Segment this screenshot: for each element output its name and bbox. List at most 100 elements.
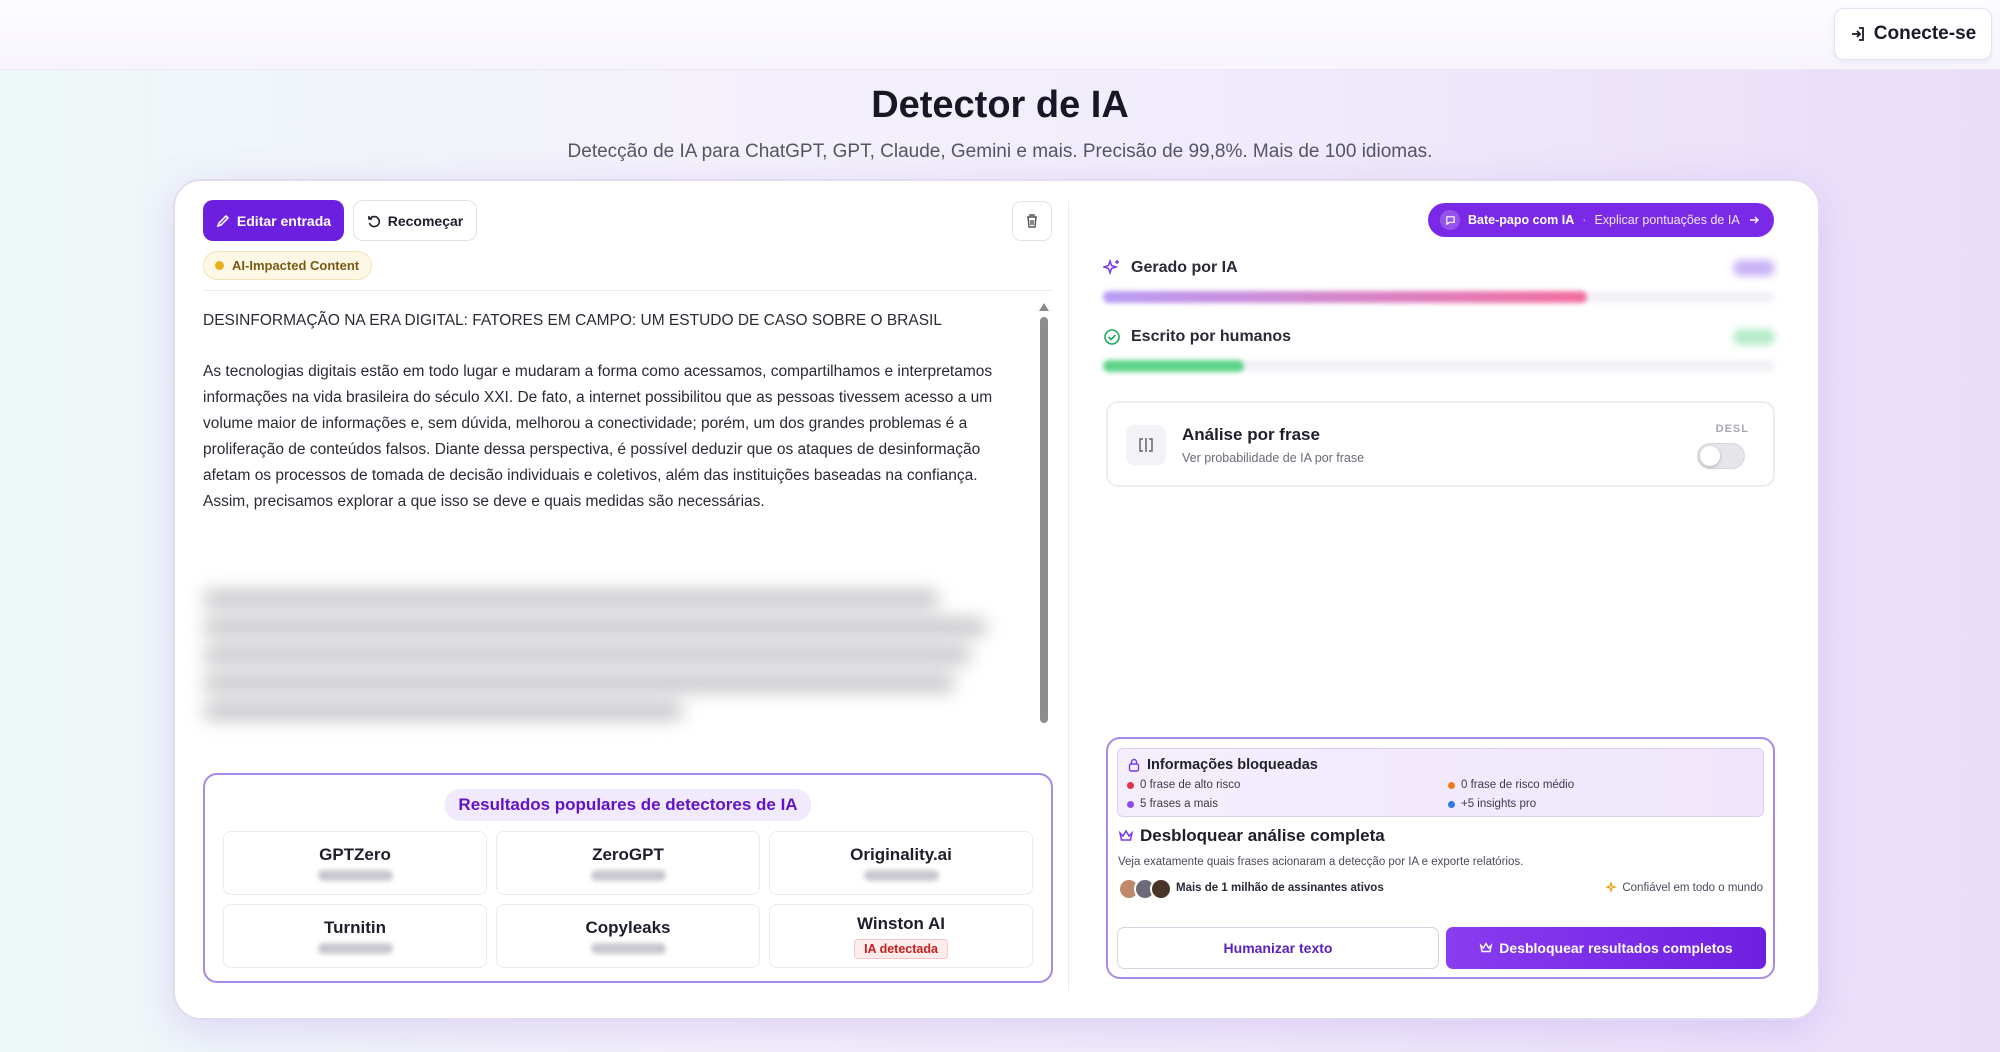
human-score-fill (1103, 360, 1245, 372)
sentence-analysis-title: Análise por frase (1182, 425, 1320, 444)
scroll-up-icon[interactable] (1039, 303, 1049, 311)
detector-name: Copyleaks (585, 918, 671, 937)
detector-results: Resultados populares de detectores de IA… (203, 773, 1053, 983)
login-button[interactable]: Conecte-se (1834, 8, 1992, 60)
locked-item: +5 insights pro (1448, 798, 1536, 810)
ai-impacted-label: AI-Impacted Content (232, 258, 360, 273)
detector-card-zerogpt: ZeroGPT (496, 831, 760, 895)
detector-name: Winston AI (857, 913, 945, 933)
blurred-text (203, 591, 1003, 756)
lock-icon (1128, 758, 1140, 772)
detector-results-title: Resultados populares de detectores de IA (444, 789, 812, 821)
detector-card-gptzero: GPTZero (223, 831, 487, 895)
locked-item-text: 0 frase de alto risco (1140, 779, 1241, 791)
blurred-result (590, 870, 666, 881)
blurred-result (863, 870, 939, 881)
sentence-analysis-subtitle: Ver probabilidade de IA por frase (1182, 451, 1365, 465)
scrollbar[interactable] (1038, 303, 1050, 723)
unlock-description: Veja exatamente quais frases acionaram a… (1118, 856, 1524, 868)
detector-name: Originality.ai (850, 845, 952, 864)
restart-label: Recomeçar (387, 212, 464, 229)
locked-item: 0 frase de alto risco (1127, 779, 1240, 791)
ai-chat-sublabel: Explicar pontuações de IA (1594, 213, 1740, 227)
medium-risk-dot (1448, 781, 1455, 789)
ai-detected-badge: IA detectada (854, 938, 948, 959)
unlock-title: Desbloquear análise completa (1140, 826, 1385, 845)
restart-button[interactable]: Recomeçar (353, 200, 477, 241)
login-label: Conecte-se (1873, 23, 1977, 44)
chat-icon (1440, 210, 1460, 230)
detector-card-turnitin: Turnitin (223, 904, 487, 968)
locked-item-text: 0 frase de risco médio (1461, 779, 1575, 791)
humanize-label: Humanizar texto (1223, 940, 1333, 956)
locked-item-text: +5 insights pro (1461, 798, 1537, 810)
ai-chat-button[interactable]: Bate-papo com IA · Explicar pontuações d… (1428, 203, 1774, 237)
ai-score-fill (1103, 291, 1587, 303)
sentence-analysis-panel: Análise por frase Ver probabilidade de I… (1106, 401, 1775, 487)
split-view-icon (1126, 425, 1166, 465)
restart-icon (367, 215, 380, 227)
ai-impacted-badge: AI-Impacted Content (203, 251, 373, 280)
locked-info-title: Informações bloqueadas (1147, 757, 1318, 773)
locked-item: 0 frase de risco médio (1448, 779, 1574, 791)
detector-name: ZeroGPT (592, 845, 664, 864)
detector-name: Turnitin (324, 918, 386, 937)
page-subtitle: Detecção de IA para ChatGPT, GPT, Claude… (567, 141, 1433, 162)
human-score-bar (1103, 360, 1775, 372)
trusted-label: Confiável em todo o mundo (1622, 882, 1763, 894)
arrow-right-icon (1749, 216, 1759, 224)
blurred-result (317, 870, 393, 881)
ai-score-bar (1103, 291, 1775, 303)
trusted-worldwide: Confiável em todo o mundo (1606, 882, 1763, 894)
pencil-icon (216, 214, 230, 227)
locked-item-text: 5 frases a mais (1140, 798, 1218, 810)
humanize-text-button[interactable]: Humanizar texto (1117, 927, 1439, 969)
toggle-knob (1700, 446, 1720, 466)
avatar (1150, 878, 1172, 900)
document-title: DESINFORMAÇÃO NA ERA DIGITAL: FATORES EM… (203, 312, 942, 329)
blurred-result (317, 943, 393, 954)
check-circle-icon (1104, 329, 1120, 345)
document-paragraph: As tecnologias digitais estão em todo lu… (203, 363, 993, 510)
subscribers-text: Mais de 1 milhão de assinantes ativos (1176, 882, 1384, 894)
detector-name: GPTZero (319, 845, 391, 864)
detector-card-copyleaks: Copyleaks (496, 904, 760, 968)
chat-separator: · (1582, 213, 1587, 227)
toggle-state-label: DESL (1715, 423, 1749, 435)
human-written-metric: Escrito por humanos (1103, 328, 1775, 372)
high-risk-dot (1127, 781, 1134, 789)
page-title: Detector de IA (871, 84, 1129, 126)
delete-button[interactable] (1012, 201, 1052, 241)
edit-input-button[interactable]: Editar entrada (203, 200, 344, 241)
ai-chat-label: Bate-papo com IA (1468, 213, 1575, 227)
panel-divider (1068, 201, 1069, 991)
status-dot (215, 261, 224, 270)
top-bar: Conecte-se (0, 0, 2000, 70)
crown-icon (1479, 942, 1493, 953)
unlock-panel: Informações bloqueadas 0 frase de alto r… (1106, 737, 1775, 979)
ai-score-blurred (1733, 260, 1775, 276)
pro-insights-dot (1448, 800, 1455, 808)
blurred-result (590, 943, 666, 954)
unlock-results-label: Desbloquear resultados completos (1499, 940, 1733, 956)
sentence-analysis-toggle[interactable] (1697, 443, 1745, 469)
ai-generated-label: Gerado por IA (1131, 259, 1238, 276)
login-icon (1851, 27, 1864, 41)
subscriber-avatars (1118, 878, 1172, 900)
ai-generated-metric: Gerado por IA (1103, 259, 1775, 303)
detector-card-originality: Originality.ai (769, 831, 1033, 895)
locked-item: 5 frases a mais (1127, 798, 1218, 810)
edit-input-label: Editar entrada (236, 212, 332, 229)
locked-info: Informações bloqueadas 0 frase de alto r… (1117, 748, 1764, 817)
unlock-results-button[interactable]: Desbloquear resultados completos (1446, 927, 1766, 969)
more-sentences-dot (1127, 800, 1134, 808)
human-written-label: Escrito por humanos (1131, 328, 1292, 345)
human-score-blurred (1733, 329, 1775, 345)
detector-card-winston: Winston AI IA detectada (769, 904, 1033, 968)
divider (203, 290, 1053, 291)
scrollbar-thumb[interactable] (1040, 317, 1048, 723)
detector-grid: GPTZero ZeroGPT Originality.ai Turnitin … (223, 831, 1033, 968)
detector-card: Editar entrada Recomeçar AI-Impacted Con… (173, 179, 1820, 1020)
sparkle-icon (1103, 259, 1119, 276)
crown-icon (1118, 829, 1134, 841)
